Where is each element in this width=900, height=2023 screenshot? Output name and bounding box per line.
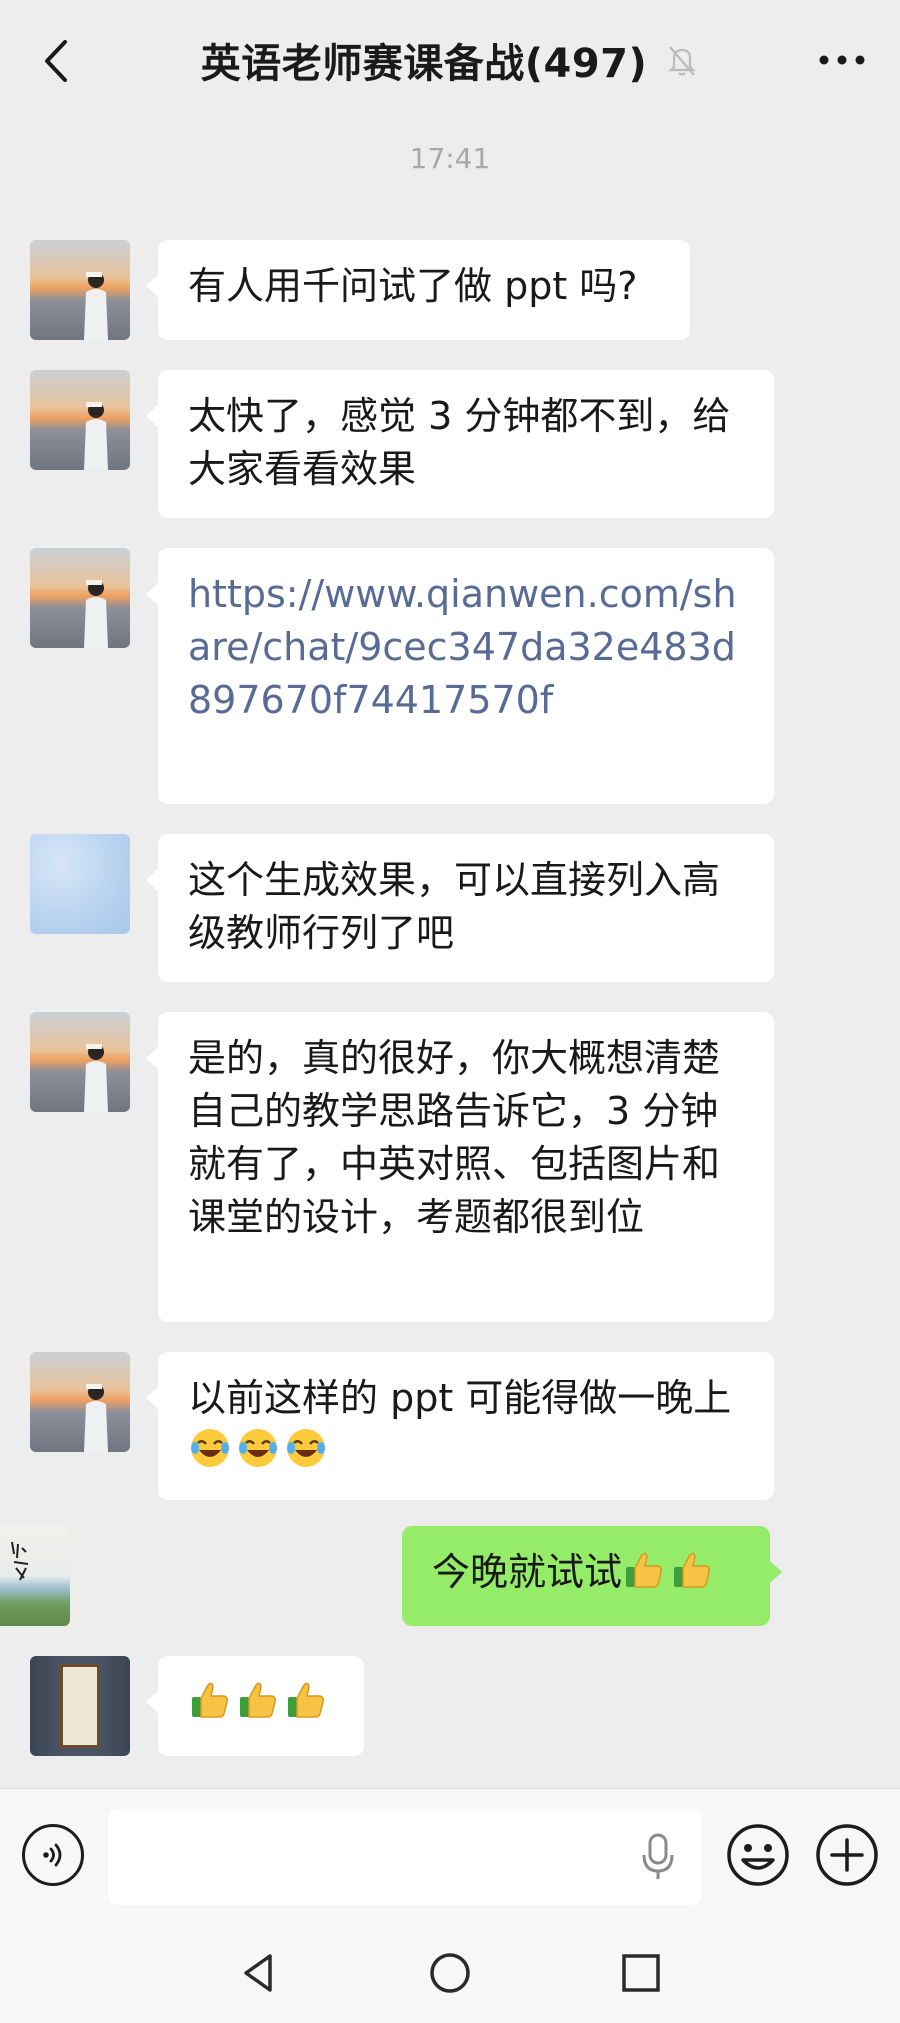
emoji-icon[interactable] (725, 1822, 791, 1888)
message-row: 有人用千问试了做 ppt 吗? (0, 240, 900, 340)
rolling-laughing-emoji-icon (188, 1426, 232, 1470)
bell-muted-icon (668, 46, 696, 76)
avatar[interactable] (30, 1352, 130, 1452)
message-row: 以前这样的 ppt 可能得做一晚上 (0, 1352, 900, 1500)
avatar[interactable] (30, 370, 130, 470)
thumbs-up-emoji-icon (236, 1677, 280, 1721)
nav-recent-icon[interactable] (616, 1948, 666, 1998)
message-text: 太快了，感觉 3 分钟都不到，给大家看看效果 (188, 394, 731, 491)
thumbs-up-emoji-icon (622, 1547, 666, 1591)
plus-icon[interactable] (814, 1822, 880, 1888)
message-bubble[interactable]: 太快了，感觉 3 分钟都不到，给大家看看效果 (146, 370, 774, 518)
person-silhouette-icon (84, 580, 108, 648)
scroll-painting (60, 1664, 100, 1748)
person-silhouette-icon (84, 402, 108, 470)
nav-back-icon[interactable] (234, 1948, 284, 1998)
nav-home-icon[interactable] (425, 1948, 475, 1998)
more-button[interactable] (812, 40, 872, 80)
message-input[interactable] (108, 1809, 702, 1905)
message-row: 是的，真的很好，你大概想清楚自己的教学思路告诉它，3 分钟就有了，中英对照、包括… (0, 1012, 900, 1322)
message-text: 是的，真的很好，你大概想清楚自己的教学思路告诉它，3 分钟就有了，中英对照、包括… (188, 1036, 721, 1239)
message-bubble[interactable]: 这个生成效果，可以直接列入高级教师行列了吧 (146, 834, 774, 982)
more-icon (819, 55, 865, 65)
message-bubble[interactable]: 是的，真的很好，你大概想清楚自己的教学思路告诉它，3 分钟就有了，中英对照、包括… (146, 1012, 774, 1322)
avatar[interactable] (30, 240, 130, 340)
message-row (0, 1656, 900, 1756)
timestamp: 17:41 (409, 142, 491, 175)
person-silhouette-icon (84, 1384, 108, 1452)
thumbs-up-emoji-icon (284, 1677, 328, 1721)
title-wrap: 英语老师赛课备战(497) (0, 30, 900, 90)
person-silhouette-icon (84, 272, 108, 340)
rolling-laughing-emoji-icon (284, 1426, 328, 1470)
avatar[interactable] (30, 834, 130, 934)
person-silhouette-icon (84, 1044, 108, 1112)
message-text: 有人用千问试了做 ppt 吗? (188, 264, 638, 308)
message-row: 太快了，感觉 3 分钟都不到，给大家看看效果 (0, 370, 900, 518)
chat-title: 英语老师赛课备战(497) (200, 41, 648, 87)
message-bubble[interactable]: 今晚就试试 (402, 1526, 782, 1626)
thumbs-up-emoji-icon (670, 1547, 714, 1591)
message-bubble[interactable] (146, 1656, 364, 1756)
voice-icon (43, 1843, 62, 1867)
system-navbar (0, 1928, 900, 2023)
rolling-laughing-emoji-icon (236, 1426, 280, 1470)
message-bubble[interactable]: https://www.qianwen.com/share/chat/9cec3… (146, 548, 774, 804)
input-bar (0, 1788, 900, 1928)
avatar[interactable] (30, 1012, 130, 1112)
message-text: 以前这样的 ppt 可能得做一晚上 (188, 1376, 732, 1420)
message-text: 这个生成效果，可以直接列入高级教师行列了吧 (188, 858, 721, 955)
message-bubble[interactable]: 有人用千问试了做 ppt 吗? (146, 240, 690, 340)
voice-button[interactable] (22, 1824, 84, 1886)
message-bubble[interactable]: 以前这样的 ppt 可能得做一晚上 (146, 1352, 774, 1500)
calligraphy-icon (11, 1541, 29, 1581)
thumbs-up-emoji-icon (188, 1677, 232, 1721)
message-row: 今晚就试试 (0, 1526, 900, 1626)
message-row: https://www.qianwen.com/share/chat/9cec3… (0, 548, 900, 804)
chat-header: 英语老师赛课备战(497) (0, 0, 900, 120)
message-text: 今晚就试试 (432, 1550, 623, 1594)
message-link[interactable]: https://www.qianwen.com/share/chat/9cec3… (188, 572, 737, 722)
avatar[interactable] (30, 1656, 130, 1756)
microphone-icon[interactable] (640, 1831, 676, 1881)
avatar[interactable] (0, 1526, 70, 1626)
avatar[interactable] (30, 548, 130, 648)
